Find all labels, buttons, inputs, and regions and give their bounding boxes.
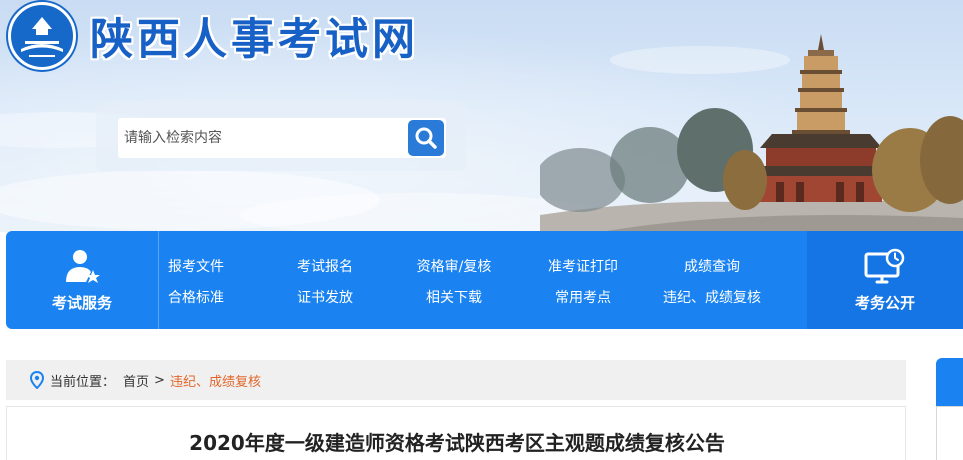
search-panel [96,101,466,171]
search-input[interactable] [118,118,408,158]
sidebar-header-tab [936,358,963,406]
nav-link-certificate-issuance[interactable]: 证书发放 [297,287,353,307]
site-header: 陕西人事考试网 [0,0,963,232]
nav-link-exam-sites[interactable]: 常用考点 [555,287,611,307]
nav-link-passing-standard[interactable]: 合格标准 [168,287,224,307]
user-star-icon [66,249,100,283]
nav-link-admission-ticket[interactable]: 准考证打印 [548,256,618,276]
breadcrumb: 当前位置： 首页 > 违纪、成绩复核 [6,360,906,400]
site-logo[interactable]: 陕西人事考试网 [8,2,419,70]
breadcrumb-current-link[interactable]: 违纪、成绩复核 [170,371,261,390]
exam-service-section[interactable]: 考试服务 [6,231,158,329]
breadcrumb-home-link[interactable]: 首页 [123,371,149,390]
emblem-icon [8,2,76,70]
exam-service-label: 考试服务 [51,293,112,312]
article-panel: 2020年度一级建造师资格考试陕西考区主观题成绩复核公告 [6,406,906,460]
search-icon [415,127,437,149]
nav-link-exam-documents[interactable]: 报考文件 [168,256,224,276]
main-navigation: 考试服务 报考文件 考试报名 资格审/复核 准考证打印 成绩查询 合格标准 证书… [6,231,963,329]
search-button[interactable] [408,120,444,156]
nav-link-violation-score-review[interactable]: 违纪、成绩复核 [663,287,761,307]
monitor-clock-icon [864,248,905,283]
sidebar-panel [936,406,963,460]
nav-link-downloads[interactable]: 相关下载 [426,287,482,307]
breadcrumb-prefix: 当前位置： [50,374,116,390]
site-title: 陕西人事考试网 [90,15,419,65]
exam-affairs-public-section[interactable]: 考务公开 [807,231,963,329]
exam-affairs-public-label: 考务公开 [854,293,915,312]
breadcrumb-separator: > [154,372,165,388]
search-box [118,118,446,158]
location-pin-icon [30,371,44,389]
nav-link-score-query[interactable]: 成绩查询 [684,256,740,276]
nav-links: 报考文件 考试报名 资格审/复核 准考证打印 成绩查询 合格标准 证书发放 相关… [159,231,806,329]
nav-link-qualification-review[interactable]: 资格审/复核 [417,256,492,276]
pagoda-scenery-image [540,34,963,232]
article-title: 2020年度一级建造师资格考试陕西考区主观题成绩复核公告 [189,431,725,455]
nav-link-exam-registration[interactable]: 考试报名 [297,256,353,276]
